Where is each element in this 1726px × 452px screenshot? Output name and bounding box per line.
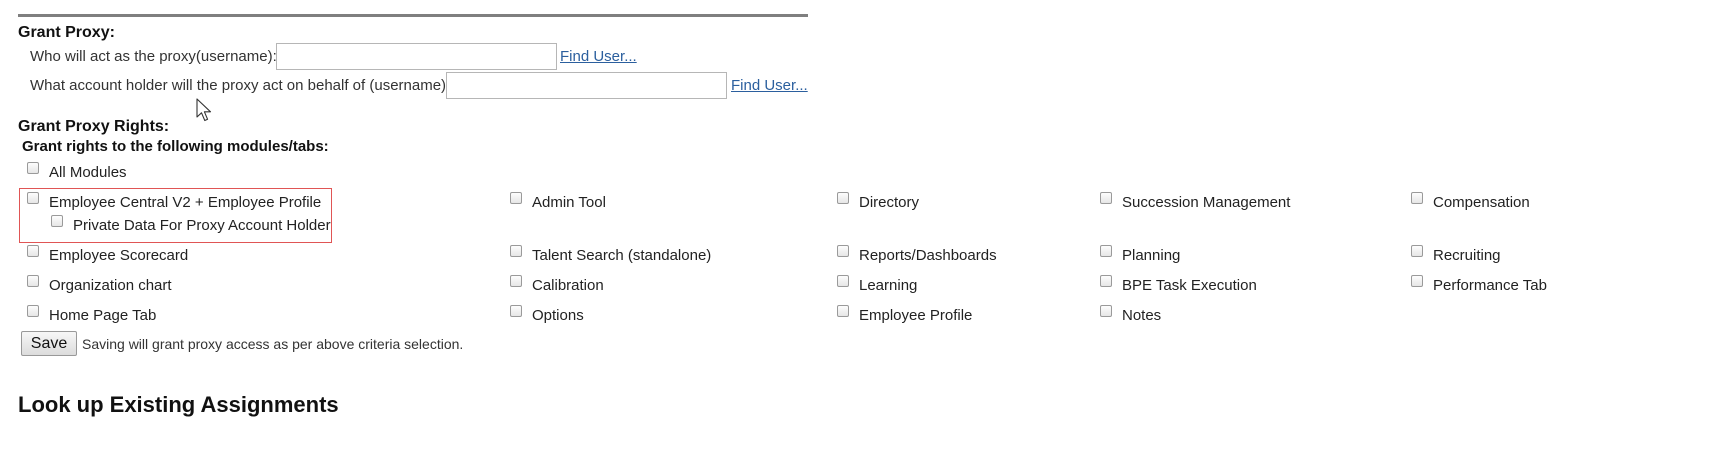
- module-label: Organization chart: [49, 277, 172, 294]
- private-data-label: Private Data For Proxy Account Holder: [73, 217, 331, 234]
- module-checkbox[interactable]: [837, 192, 849, 204]
- module-label: Home Page Tab: [49, 307, 157, 324]
- all-modules-label: All Modules: [49, 164, 127, 181]
- module-label: Employee Central V2 + Employee Profile: [49, 194, 322, 211]
- account-holder-input[interactable]: [446, 72, 727, 99]
- module-label: Notes: [1122, 307, 1162, 324]
- module-label: Admin Tool: [532, 194, 606, 211]
- module-checkbox[interactable]: [510, 192, 522, 204]
- module-label: Options: [532, 307, 584, 324]
- module-label: Recruiting: [1433, 247, 1501, 264]
- private-data-checkbox[interactable]: [51, 215, 63, 227]
- module-label: Reports/Dashboards: [859, 247, 997, 264]
- module-checkbox[interactable]: [510, 245, 522, 257]
- module-label: Succession Management: [1122, 194, 1291, 211]
- module-label: Employee Profile: [859, 307, 973, 324]
- module-label: Planning: [1122, 247, 1181, 264]
- module-checkbox[interactable]: [27, 245, 39, 257]
- save-note: Saving will grant proxy access as per ab…: [82, 336, 464, 352]
- module-checkbox[interactable]: [1411, 275, 1423, 287]
- all-modules-checkbox[interactable]: [27, 162, 39, 174]
- module-label: Talent Search (standalone): [532, 247, 712, 264]
- module-checkbox[interactable]: [1411, 245, 1423, 257]
- module-label: Directory: [859, 194, 920, 211]
- module-checkbox[interactable]: [837, 305, 849, 317]
- module-checkbox[interactable]: [27, 305, 39, 317]
- proxy-username-label: Who will act as the proxy(username):: [30, 48, 277, 65]
- module-label: BPE Task Execution: [1122, 277, 1257, 294]
- proxy-username-input[interactable]: [276, 43, 557, 70]
- find-user-link-account[interactable]: Find User...: [731, 77, 808, 94]
- grant-proxy-heading: Grant Proxy:: [18, 24, 115, 41]
- mouse-cursor-icon: [196, 98, 212, 122]
- module-checkbox[interactable]: [27, 275, 39, 287]
- module-checkbox[interactable]: [510, 275, 522, 287]
- find-user-link-proxy[interactable]: Find User...: [560, 48, 637, 65]
- module-checkbox[interactable]: [1100, 275, 1112, 287]
- module-checkbox[interactable]: [1411, 192, 1423, 204]
- module-label: Learning: [859, 277, 918, 294]
- module-checkbox[interactable]: [1100, 305, 1112, 317]
- module-label: Employee Scorecard: [49, 247, 189, 264]
- module-checkbox[interactable]: [1100, 245, 1112, 257]
- module-checkbox[interactable]: [1100, 192, 1112, 204]
- module-checkbox[interactable]: [27, 192, 39, 204]
- section-divider: [18, 14, 808, 17]
- save-button[interactable]: Save: [21, 331, 77, 356]
- module-checkbox[interactable]: [837, 275, 849, 287]
- grant-proxy-rights-heading: Grant Proxy Rights:: [18, 118, 170, 135]
- module-checkbox[interactable]: [837, 245, 849, 257]
- module-checkbox[interactable]: [510, 305, 522, 317]
- grant-rights-subheading: Grant rights to the following modules/ta…: [22, 138, 329, 155]
- module-label: Compensation: [1433, 194, 1530, 211]
- module-label: Performance Tab: [1433, 277, 1547, 294]
- module-label: Calibration: [532, 277, 604, 294]
- lookup-heading: Look up Existing Assignments: [18, 392, 339, 417]
- account-holder-label: What account holder will the proxy act o…: [30, 77, 451, 94]
